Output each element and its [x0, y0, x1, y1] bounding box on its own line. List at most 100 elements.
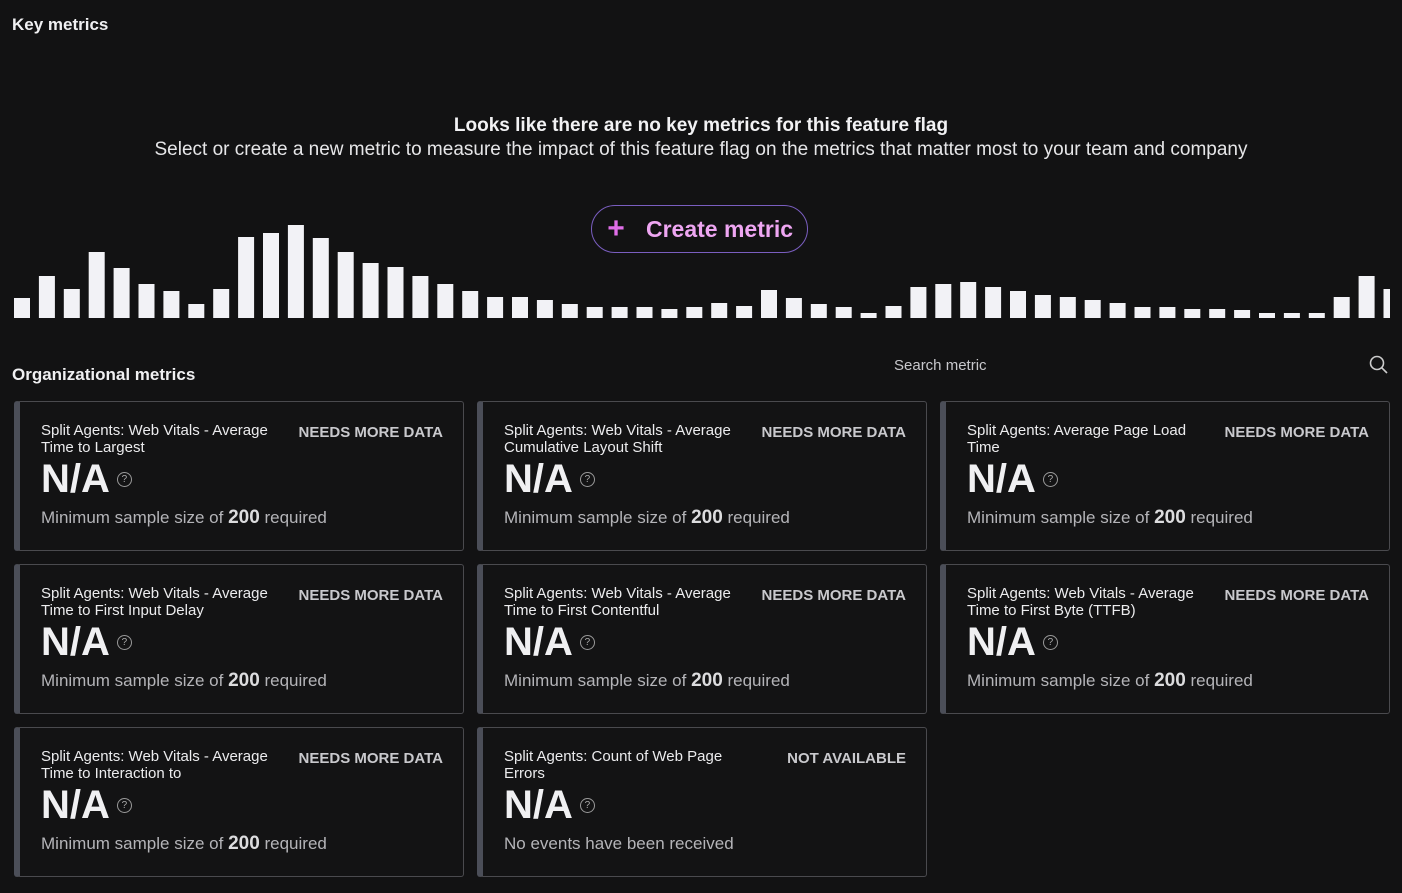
decorative-bar	[1333, 297, 1350, 318]
metric-description: Minimum sample size of 200 required	[967, 670, 1369, 692]
decorative-bar	[1034, 295, 1051, 318]
sample-size: 200	[228, 507, 260, 528]
decorative-bar	[1159, 307, 1176, 318]
decorative-bar	[362, 263, 379, 318]
page-title: Key metrics	[12, 15, 109, 34]
section-title: Organizational metrics	[12, 365, 196, 384]
desc-text: No events have been received	[504, 834, 734, 853]
decorative-bar	[810, 304, 827, 318]
metric-name: Split Agents: Web Vitals - Average Time …	[967, 585, 1194, 619]
metric-value: N/A	[41, 457, 110, 501]
decorative-bar	[387, 267, 404, 318]
metric-value: N/A	[504, 783, 573, 827]
decorative-bar	[1010, 291, 1026, 318]
decorative-bar	[561, 304, 578, 318]
metric-name: Split Agents: Count of Web Page Errors	[504, 748, 723, 782]
desc-suffix: required	[722, 508, 790, 527]
status-badge: NEEDS MORE DATA	[1224, 424, 1369, 441]
desc-text: Minimum sample size of	[967, 508, 1155, 527]
decorative-bar	[636, 307, 653, 318]
help-icon[interactable]: ?	[579, 634, 595, 650]
status-badge: NEEDS MORE DATA	[298, 424, 443, 441]
search-icon[interactable]	[1368, 354, 1390, 376]
help-icon[interactable]: ?	[1042, 634, 1058, 650]
decorative-bar	[462, 291, 479, 318]
decorative-bar	[163, 291, 180, 318]
search-input[interactable]	[890, 356, 1368, 374]
metric-value: N/A	[967, 620, 1036, 664]
status-badge: NEEDS MORE DATA	[1224, 587, 1369, 604]
status-badge: NEEDS MORE DATA	[298, 750, 443, 767]
decorative-bar	[611, 307, 628, 318]
metric-card[interactable]: Split Agents: Web Vitals - Average Cumul…	[477, 401, 927, 551]
decorative-bar	[586, 307, 603, 318]
desc-suffix: required	[259, 508, 327, 527]
decorative-bar	[536, 300, 553, 318]
decorative-bar	[88, 252, 105, 318]
metric-description: Minimum sample size of 200 required	[41, 833, 443, 855]
help-icon[interactable]: ?	[579, 797, 595, 813]
sample-size: 200	[228, 670, 260, 691]
sample-size: 200	[1154, 507, 1186, 528]
empty-state-body: Select or create a new metric to measure…	[154, 139, 1248, 160]
decorative-bar	[985, 287, 1002, 318]
metric-card[interactable]: Split Agents: Count of Web Page Errors N…	[477, 727, 927, 877]
metric-card[interactable]: Split Agents: Web Vitals - Average Time …	[14, 564, 464, 714]
metric-name: Split Agents: Web Vitals - Average Time …	[41, 422, 268, 456]
help-icon[interactable]: ?	[116, 797, 132, 813]
create-metric-button[interactable]: + Create metric	[591, 205, 808, 253]
decorative-bar	[1383, 289, 1390, 318]
metrics-grid: Split Agents: Web Vitals - Average Time …	[14, 401, 1390, 877]
decorative-bar	[1134, 307, 1151, 318]
metric-value: N/A	[504, 457, 573, 501]
decorative-bar	[238, 237, 255, 318]
help-icon[interactable]: ?	[116, 634, 132, 650]
decorative-bar	[1234, 310, 1251, 318]
decorative-bar	[1184, 309, 1201, 318]
metric-name: Split Agents: Web Vitals - Average Time …	[41, 748, 268, 782]
desc-suffix: required	[1185, 508, 1253, 527]
metric-card[interactable]: Split Agents: Web Vitals - Average Time …	[940, 564, 1390, 714]
metric-value: N/A	[967, 457, 1036, 501]
metric-card[interactable]: Split Agents: Average Page Load Time NEE…	[940, 401, 1390, 551]
decorative-bar	[63, 289, 80, 318]
metric-name: Split Agents: Web Vitals - Average Cumul…	[504, 422, 731, 456]
decorative-bar	[1308, 313, 1325, 318]
decorative-bar	[910, 287, 927, 318]
metric-card[interactable]: Split Agents: Web Vitals - Average Time …	[14, 401, 464, 551]
decorative-bar	[412, 276, 429, 318]
help-icon[interactable]: ?	[1042, 471, 1058, 487]
help-icon[interactable]: ?	[116, 471, 132, 487]
decorative-bar	[487, 297, 504, 318]
decorative-bar	[935, 284, 952, 318]
decorative-bar	[1259, 313, 1275, 318]
metric-name: Split Agents: Web Vitals - Average Time …	[504, 585, 731, 619]
decorative-bar	[512, 297, 528, 318]
desc-text: Minimum sample size of	[504, 508, 692, 527]
sample-size: 200	[1154, 670, 1186, 691]
decorative-bar	[113, 268, 130, 318]
metric-description: Minimum sample size of 200 required	[504, 507, 906, 529]
decorative-bar	[1358, 276, 1375, 318]
metric-card[interactable]: Split Agents: Web Vitals - Average Time …	[477, 564, 927, 714]
decorative-bar	[38, 276, 55, 318]
decorative-bar	[312, 238, 329, 318]
metric-description: Minimum sample size of 200 required	[41, 670, 443, 692]
search-metric[interactable]	[890, 352, 1390, 378]
decorative-bar	[14, 298, 30, 318]
sample-size: 200	[691, 670, 723, 691]
decorative-bar	[138, 284, 155, 318]
desc-suffix: required	[722, 671, 790, 690]
metric-value: N/A	[504, 620, 573, 664]
sample-size: 200	[228, 833, 260, 854]
metric-card[interactable]: Split Agents: Web Vitals - Average Time …	[14, 727, 464, 877]
help-icon[interactable]: ?	[579, 471, 595, 487]
metric-description: Minimum sample size of 200 required	[967, 507, 1369, 529]
metric-name: Split Agents: Web Vitals - Average Time …	[41, 585, 268, 619]
status-badge: NOT AVAILABLE	[787, 750, 906, 767]
create-metric-label: Create metric	[646, 215, 794, 242]
decorative-bar	[287, 225, 304, 318]
status-badge: NEEDS MORE DATA	[761, 587, 906, 604]
desc-text: Minimum sample size of	[41, 834, 229, 853]
desc-text: Minimum sample size of	[41, 508, 229, 527]
